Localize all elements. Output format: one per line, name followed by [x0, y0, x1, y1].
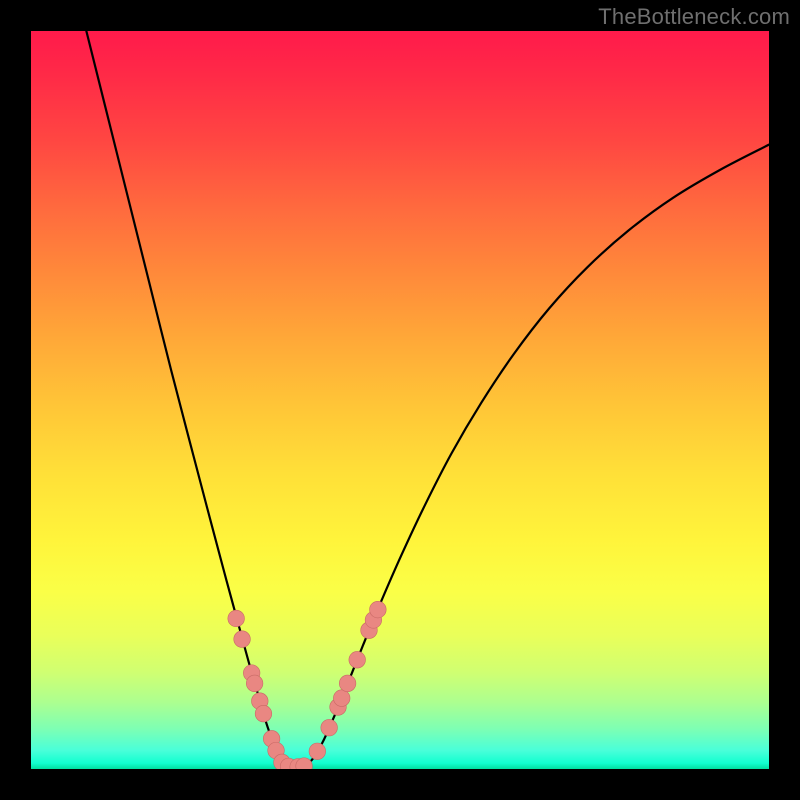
data-dot — [370, 601, 387, 618]
data-dot — [309, 743, 326, 760]
data-dot — [246, 675, 263, 692]
watermark-text: TheBottleneck.com — [598, 4, 790, 30]
data-dot — [349, 651, 366, 668]
data-dot — [234, 631, 251, 648]
bottleneck-curve — [86, 31, 769, 768]
data-dot — [228, 610, 245, 627]
data-dot — [333, 690, 350, 707]
data-dots — [228, 601, 386, 769]
data-dot — [321, 719, 338, 736]
chart-frame: TheBottleneck.com — [0, 0, 800, 800]
data-dot — [339, 675, 356, 692]
chart-svg — [31, 31, 769, 769]
data-dot — [255, 705, 272, 722]
plot-area — [31, 31, 769, 769]
